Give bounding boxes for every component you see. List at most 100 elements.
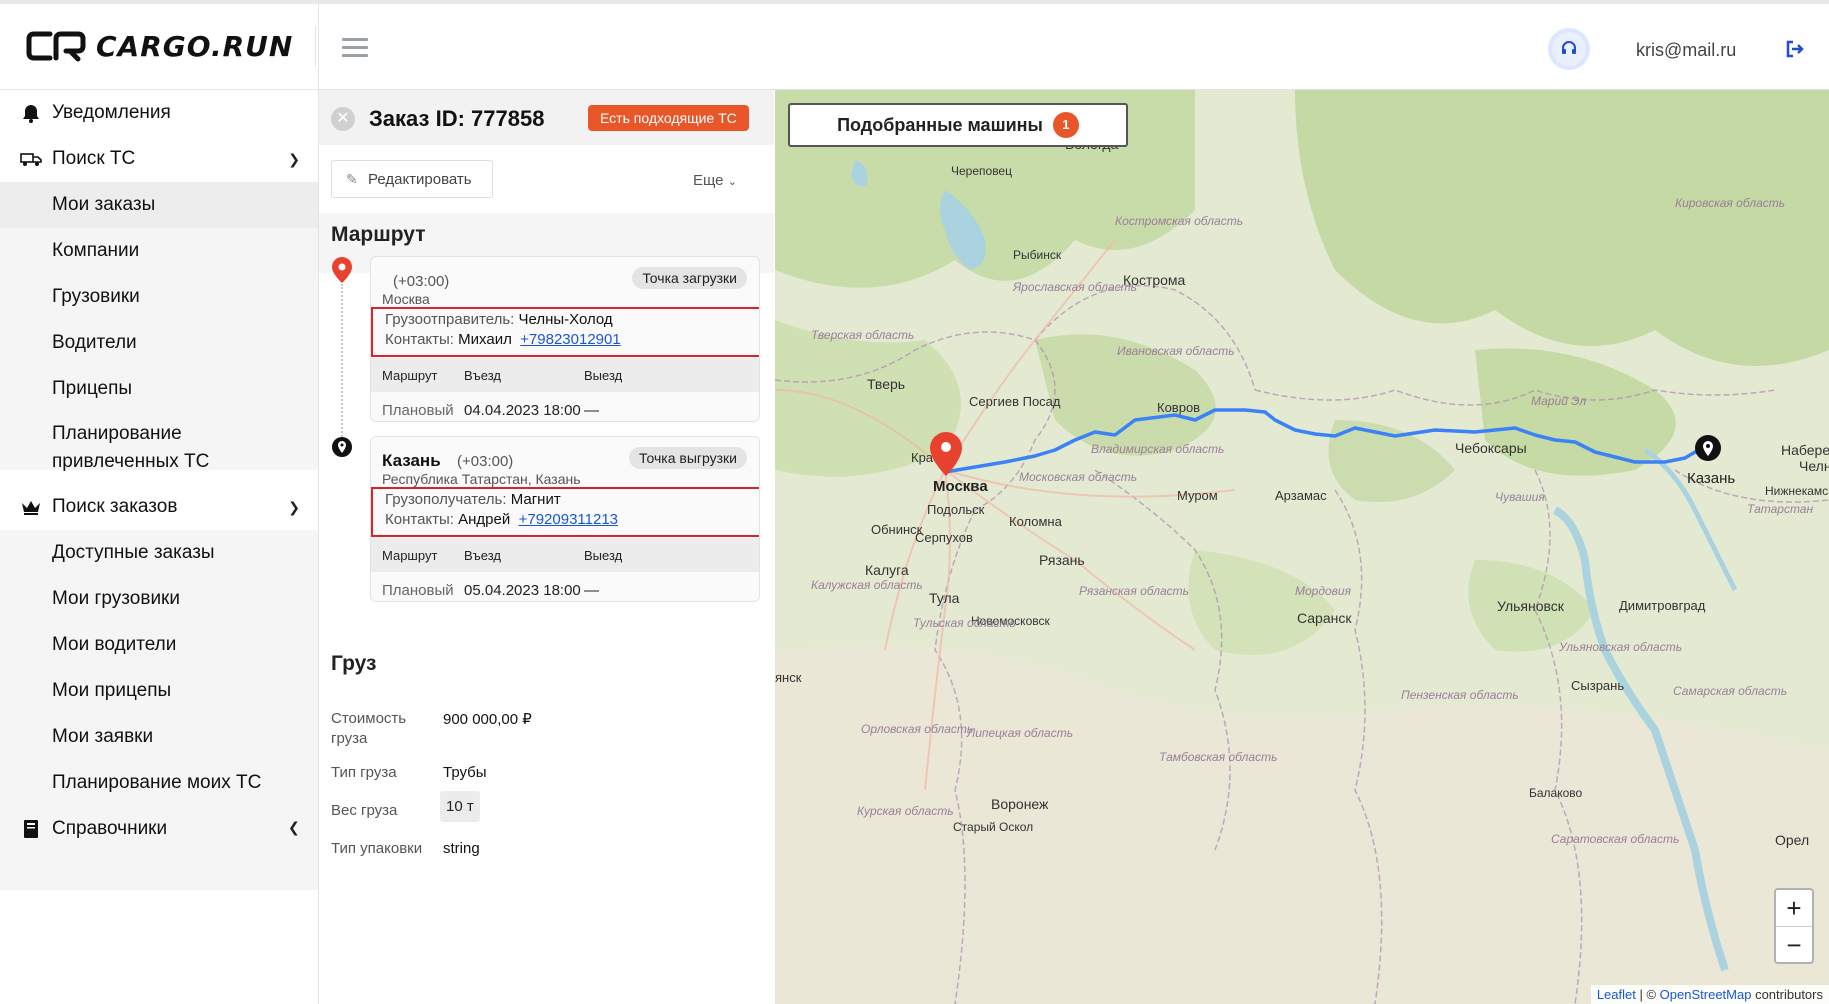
map-label: Муром	[1177, 488, 1218, 503]
zoom-out-button[interactable]: −	[1776, 926, 1812, 962]
map-region-label: Саратовская область	[1551, 832, 1680, 846]
cargo-weight: 10 т	[440, 791, 480, 822]
map-region-label: Калужская область	[811, 578, 923, 592]
map-region-label: Ярославская область	[1013, 280, 1137, 294]
sidebar-item-available-orders[interactable]: Доступные заказы	[0, 530, 318, 576]
map-region-label: Курская область	[857, 804, 954, 818]
sidebar-item-companies[interactable]: Компании	[0, 228, 318, 274]
sidebar-item-trucks[interactable]: Грузовики	[0, 274, 318, 320]
sidebar-item-reference[interactable]: Справочники ❯	[0, 806, 318, 852]
map-region-label: Московская область	[1019, 470, 1138, 484]
map-region-label: Тверская область	[811, 328, 915, 342]
sidebar-item-my-planning[interactable]: Планирование моих ТС	[0, 760, 318, 806]
pickup-pin-icon	[332, 257, 352, 283]
sidebar-item-my-orders[interactable]: Мои заказы	[0, 182, 318, 228]
consignee-contact-box: Грузополучатель: Магнит Контакты: Андрей…	[371, 487, 759, 537]
sidebar-item-my-requests[interactable]: Мои заявки	[0, 714, 318, 760]
map-region-label: Рязанская область	[1079, 584, 1189, 598]
stop-timezone: (+03:00)	[393, 273, 450, 290]
sidebar-item-order-search[interactable]: Поиск заказов ❯	[0, 484, 318, 530]
osm-link[interactable]: OpenStreetMap	[1660, 987, 1752, 1002]
map-region-label: Самарская область	[1673, 684, 1788, 698]
sidebar-item-my-trailers[interactable]: Мои прицепы	[0, 668, 318, 714]
map-label: Тула	[929, 590, 960, 606]
map-label: Подольск	[927, 502, 985, 517]
more-dropdown[interactable]: Еще ⌄	[693, 172, 737, 189]
map-region-label: Тамбовская область	[1159, 750, 1278, 764]
pickup-marker-icon[interactable]	[928, 430, 964, 478]
menu-toggle-icon[interactable]	[342, 38, 368, 58]
chevron-down-icon: ❯	[288, 498, 300, 515]
logo-icon	[26, 31, 86, 62]
sidebar-item-drivers[interactable]: Водители	[0, 320, 318, 366]
user-email[interactable]: kris@mail.ru	[1636, 40, 1736, 61]
stop-address: Республика Татарстан, Казань	[382, 471, 581, 487]
sidebar-item-my-trucks[interactable]: Мои грузовики	[0, 576, 318, 622]
map-region-label: Чувашия	[1495, 490, 1545, 504]
contact-name: Андрей	[458, 511, 511, 528]
cargo-section-title: Груз	[331, 652, 377, 675]
matching-vehicles-badge[interactable]: Есть подходящие ТС	[588, 105, 749, 131]
shipper-name: Челны-Холод	[518, 311, 613, 328]
map-label: Набере	[1781, 442, 1829, 458]
truck-icon	[20, 148, 42, 170]
map-region-label: Пензенская область	[1401, 688, 1519, 702]
map-label: Димитровград	[1619, 598, 1706, 613]
dropoff-marker-icon[interactable]	[1694, 434, 1722, 468]
sidebar-item-planning-hired[interactable]: Планирование привлеченных ТС	[0, 410, 318, 480]
map-label: Арзамас	[1275, 488, 1327, 503]
map-label: Ульяновск	[1497, 598, 1564, 614]
map-label: Саранск	[1297, 610, 1352, 626]
sidebar-item-truck-search[interactable]: Поиск ТС ❯	[0, 136, 318, 182]
map-label: Балаково	[1529, 786, 1583, 800]
stop-timezone: (+03:00)	[457, 453, 514, 470]
order-panel: ✕ Заказ ID: 777858 Есть подходящие ТС ✎ …	[319, 90, 774, 1004]
cargo-type: Трубы	[443, 764, 487, 781]
stop-type-badge: Точка загрузки	[632, 267, 747, 289]
map-label: Казань	[1687, 470, 1736, 487]
map-attribution: Leaflet | © OpenStreetMap contributors	[1590, 985, 1829, 1004]
sidebar: Уведомления Поиск ТС ❯ Мои заказы Компан…	[0, 90, 318, 1004]
order-header: ✕ Заказ ID: 777858 Есть подходящие ТС	[319, 90, 774, 145]
map-region-label: Ивановская область	[1117, 344, 1235, 358]
map-label: Воронеж	[991, 796, 1049, 812]
chevron-down-icon: ⌄	[727, 176, 737, 188]
consignee-name: Магнит	[510, 491, 561, 508]
route-stop-card: (+03:00) Точка загрузки Москва Грузоотпр…	[370, 256, 760, 422]
book-icon	[20, 818, 42, 840]
map-label: Калуга	[865, 562, 909, 578]
support-icon[interactable]	[1552, 32, 1586, 66]
map-label: Коломна	[1009, 514, 1062, 529]
matched-vehicles-button[interactable]: Подобранные машины 1	[788, 103, 1128, 147]
logout-icon[interactable]	[1784, 38, 1806, 60]
map-label: Тверь	[867, 376, 906, 392]
map-label: Сызрань	[1571, 678, 1625, 693]
logo[interactable]: CARGO.RUN	[26, 26, 316, 66]
map-label: Челн	[1799, 458, 1829, 474]
route-stop-card: Казань (+03:00) Точка выгрузки Республик…	[370, 436, 760, 602]
map-region-label: Липецкая область	[967, 726, 1074, 740]
zoom-in-button[interactable]: +	[1776, 890, 1812, 926]
map-region-label: Ульяновская область	[1559, 640, 1683, 654]
order-title: Заказ ID: 777858	[369, 106, 545, 131]
edit-button[interactable]: ✎ Редактировать	[331, 160, 493, 198]
sidebar-item-notifications[interactable]: Уведомления	[0, 90, 318, 136]
dropoff-pin-icon	[332, 437, 352, 457]
leaflet-link[interactable]: Leaflet	[1597, 987, 1636, 1002]
zoom-control: + −	[1774, 888, 1814, 964]
route-map[interactable]: Вологда Череповец Рыбинск Кострома Тверь…	[775, 90, 1829, 1004]
schedule-header: Маршрут Въезд Выезд	[371, 538, 759, 572]
schedule-row: Плановый 05.04.2023 18:00 —	[371, 572, 759, 601]
sidebar-item-my-drivers[interactable]: Мои водители	[0, 622, 318, 668]
order-toolbar: ✎ Редактировать Еще ⌄	[319, 145, 774, 213]
schedule-header: Маршрут Въезд Выезд	[371, 358, 759, 392]
chevron-down-icon: ❯	[288, 150, 300, 167]
contact-phone-link[interactable]: +79209311213	[519, 511, 618, 528]
contact-phone-link[interactable]: +79823012901	[520, 331, 621, 348]
map-region-label: Татарстан	[1747, 502, 1814, 516]
pencil-icon: ✎	[346, 171, 358, 187]
sidebar-item-trailers[interactable]: Прицепы	[0, 366, 318, 412]
close-icon[interactable]: ✕	[331, 107, 355, 131]
map-label: Сергиев Посад	[969, 394, 1061, 409]
map-region-label: Мордовия	[1295, 584, 1351, 598]
